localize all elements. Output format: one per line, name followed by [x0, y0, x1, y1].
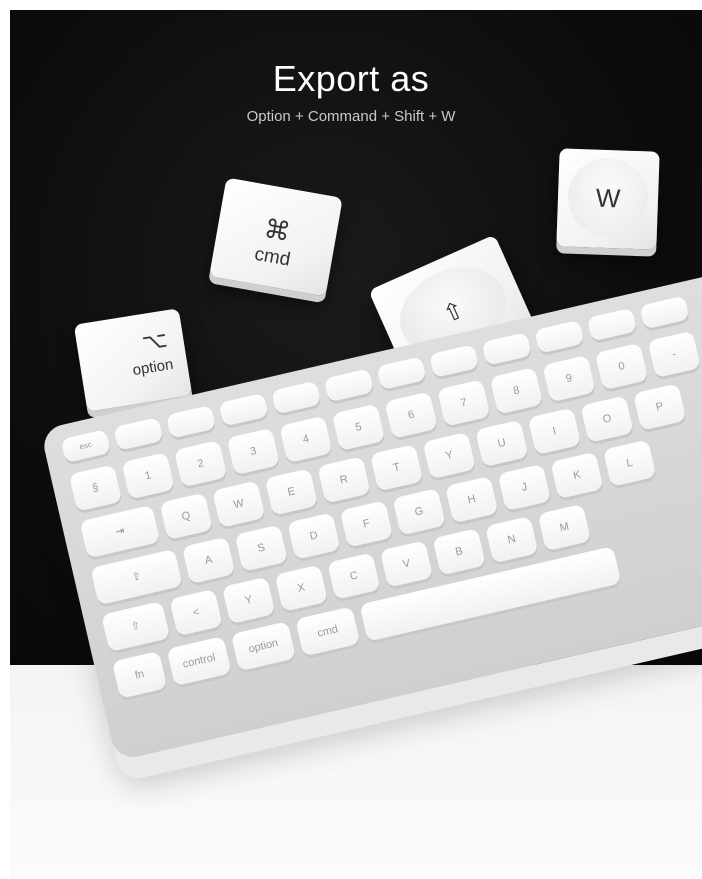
- option-keycap-label: option: [131, 355, 175, 380]
- option-symbol-icon: ⌥: [140, 326, 170, 356]
- cmd-keycap: ⌘ cmd: [209, 177, 343, 297]
- option-keycap: ⌥ option: [73, 308, 193, 412]
- w-keycap-label: W: [595, 182, 621, 214]
- shortcut-subtitle: Option + Command + Shift + W: [246, 108, 456, 125]
- w-keycap: W: [556, 148, 660, 250]
- page-title: Export as: [272, 58, 430, 99]
